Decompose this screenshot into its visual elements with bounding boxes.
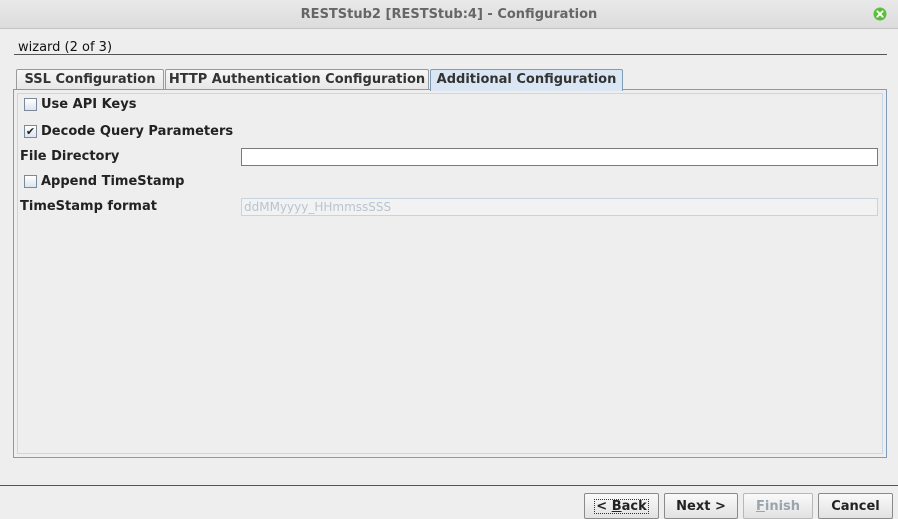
back-button-prefix: < [596,499,612,514]
window-title: RESTStub2 [RESTStub:4] - Configuration [300,7,598,22]
use-api-keys-checkbox[interactable] [24,98,37,111]
close-icon [873,7,887,21]
timestamp-format-input[interactable] [241,198,878,216]
append-timestamp-label: Append TimeStamp [41,174,185,189]
finish-button[interactable]: Finish [743,493,813,519]
checkmark-icon: ✔ [25,125,36,138]
tab-ssl-configuration[interactable]: SSL Configuration [16,69,164,90]
cancel-button[interactable]: Cancel [818,493,893,519]
footer-divider [0,485,898,486]
next-button[interactable]: Next > [664,493,738,519]
back-button[interactable]: < Back [584,493,659,519]
finish-button-mnemonic: F [755,499,765,514]
window-titlebar: RESTStub2 [RESTStub:4] - Configuration [0,0,898,29]
back-button-focus-ring: < Back [594,499,649,514]
append-timestamp-checkbox[interactable] [24,175,37,188]
decode-query-parameters-checkbox[interactable]: ✔ [24,125,37,138]
tab-additional-configuration[interactable]: Additional Configuration [430,69,623,91]
timestamp-format-label: TimeStamp format [20,199,157,214]
file-directory-label: File Directory [20,149,120,164]
decode-query-parameters-label: Decode Query Parameters [41,124,234,139]
back-button-mnemonic: B [611,499,622,514]
wizard-step-label: wizard (2 of 3) [18,40,113,55]
close-button[interactable] [873,7,887,21]
tab-panel-additional-configuration [13,89,887,458]
header-divider [14,54,887,55]
use-api-keys-label: Use API Keys [41,97,137,112]
tab-http-authentication-configuration[interactable]: HTTP Authentication Configuration [165,69,429,90]
finish-button-label-rest: inish [764,499,801,514]
back-button-label-rest: ack [621,499,647,514]
file-directory-input[interactable] [241,148,878,166]
